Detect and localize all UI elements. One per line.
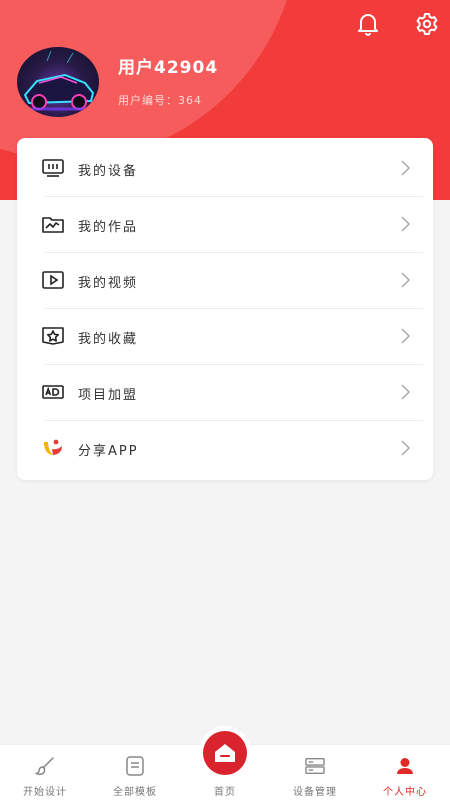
tab-device-management[interactable]: 设备管理 bbox=[270, 745, 360, 800]
username: 用户42904 bbox=[118, 58, 219, 78]
menu-item-label: 项目加盟 bbox=[78, 388, 139, 403]
user-id: 用户编号：364 bbox=[118, 94, 202, 107]
brush-icon bbox=[35, 756, 55, 776]
tab-label: 开始设计 bbox=[23, 787, 67, 798]
chevron-right-icon bbox=[401, 160, 410, 176]
menu-item-share-app[interactable]: 分享APP bbox=[17, 420, 433, 476]
gear-icon[interactable] bbox=[413, 10, 441, 38]
menu-item-label: 分享APP bbox=[78, 444, 139, 459]
tab-label: 设备管理 bbox=[293, 787, 337, 798]
folder-chart-icon bbox=[42, 214, 64, 234]
menu-card: 我的设备 我的作品 我的视频 我的收藏 项目加盟 分享APP bbox=[17, 138, 433, 480]
menu-item-label: 我的视频 bbox=[78, 276, 139, 291]
menu-item-my-devices[interactable]: 我的设备 bbox=[17, 140, 433, 196]
tab-label: 全部模板 bbox=[113, 787, 157, 798]
template-icon bbox=[125, 756, 145, 776]
tab-start-design[interactable]: 开始设计 bbox=[0, 745, 90, 800]
chevron-right-icon bbox=[401, 216, 410, 232]
star-folder-icon bbox=[42, 326, 64, 346]
chevron-right-icon bbox=[401, 328, 410, 344]
device-icon bbox=[42, 158, 64, 178]
menu-item-label: 我的收藏 bbox=[78, 332, 139, 347]
ad-icon bbox=[42, 382, 64, 402]
menu-item-my-works[interactable]: 我的作品 bbox=[17, 196, 433, 252]
home-icon bbox=[215, 744, 235, 762]
server-icon bbox=[305, 756, 325, 776]
share-logo-icon bbox=[42, 438, 64, 458]
chevron-right-icon bbox=[401, 440, 410, 456]
person-icon bbox=[395, 756, 415, 776]
chevron-right-icon bbox=[401, 384, 410, 400]
menu-item-label: 我的设备 bbox=[78, 164, 139, 179]
menu-item-my-favorites[interactable]: 我的收藏 bbox=[17, 308, 433, 364]
bell-icon[interactable] bbox=[354, 10, 382, 38]
tab-label: 个人中心 bbox=[383, 787, 427, 798]
avatar[interactable] bbox=[17, 47, 99, 117]
tab-all-templates[interactable]: 全部模板 bbox=[90, 745, 180, 800]
menu-item-franchise[interactable]: 项目加盟 bbox=[17, 364, 433, 420]
menu-item-label: 我的作品 bbox=[78, 220, 139, 235]
home-button[interactable] bbox=[203, 731, 247, 775]
menu-item-my-videos[interactable]: 我的视频 bbox=[17, 252, 433, 308]
play-icon bbox=[42, 270, 64, 290]
tab-label: 首页 bbox=[214, 787, 236, 798]
tab-personal-center[interactable]: 个人中心 bbox=[360, 745, 450, 800]
chevron-right-icon bbox=[401, 272, 410, 288]
